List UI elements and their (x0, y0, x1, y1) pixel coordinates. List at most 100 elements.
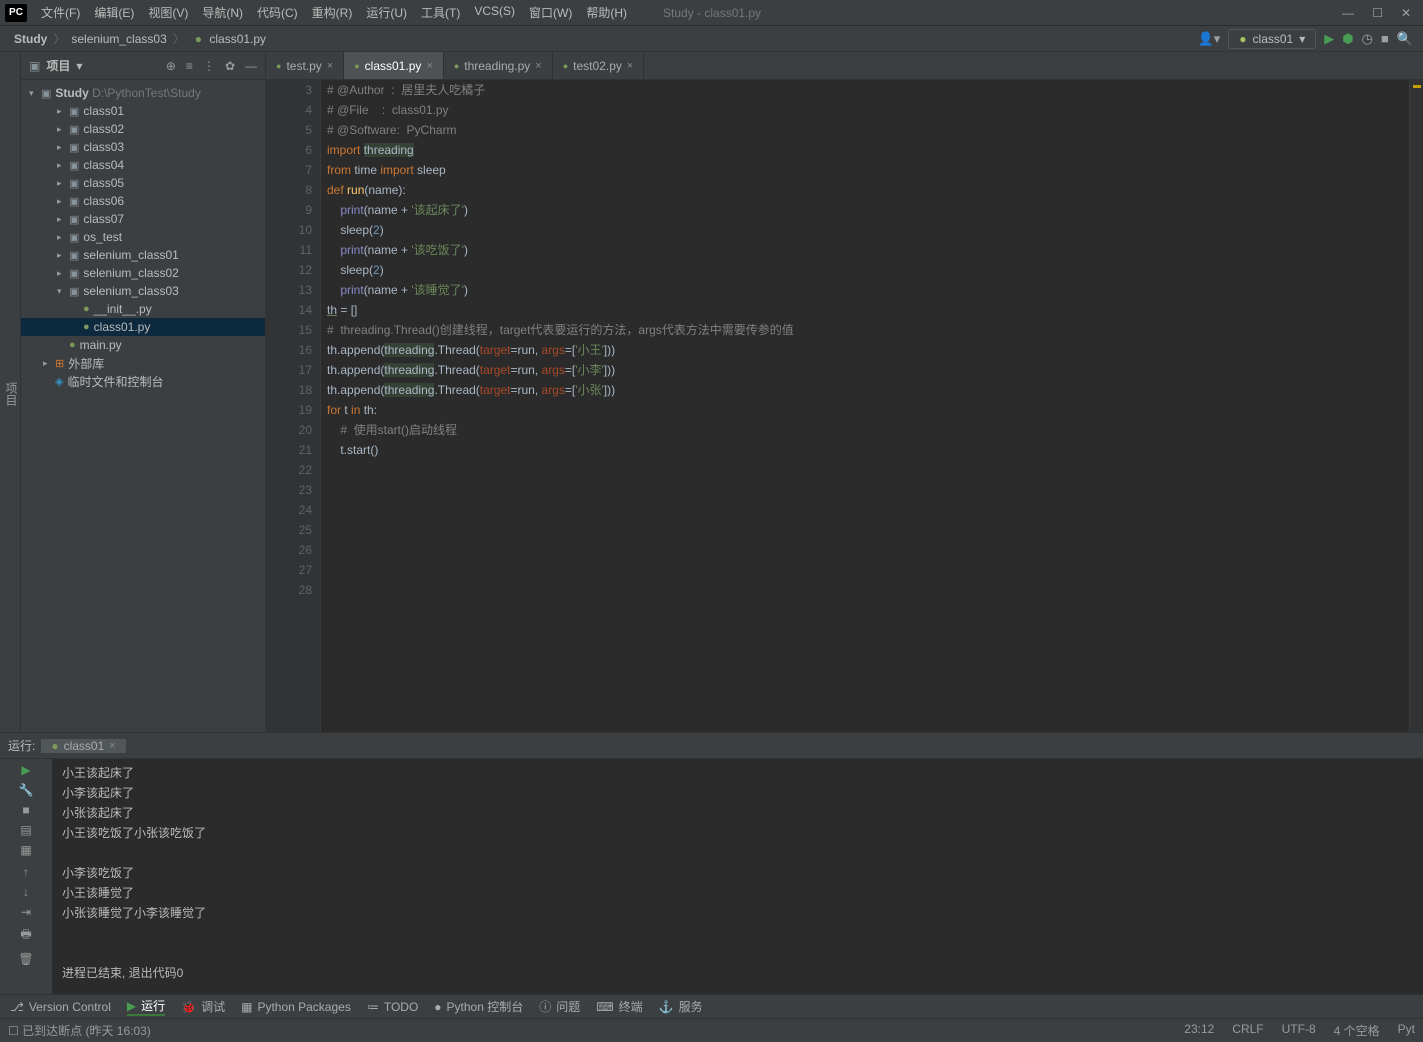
chevron-icon[interactable]: ▸ (57, 106, 69, 117)
code-area[interactable]: # @Author : 居里夫人吃橘子# @File : class01.py#… (321, 80, 1409, 732)
menu-item[interactable]: 代码(C) (251, 4, 304, 21)
tool-window-button[interactable]: ●Python 控制台 (434, 998, 523, 1015)
close-icon[interactable]: × (627, 60, 633, 72)
chevron-icon[interactable]: ▸ (43, 358, 55, 369)
stop-button[interactable]: ■ (1381, 31, 1389, 46)
debug-button[interactable]: ⬢ (1342, 31, 1353, 47)
close-icon[interactable]: × (109, 740, 115, 752)
tree-item[interactable]: ▸▣class05 (21, 174, 265, 192)
hide-icon[interactable]: — (245, 59, 257, 73)
breadcrumb-separator-icon: 〉 (51, 30, 67, 47)
tree-item[interactable]: ▸⊞外部库 (21, 354, 265, 372)
tree-item[interactable]: ▸▣os_test (21, 228, 265, 246)
run-with-coverage-button[interactable]: ◷ (1362, 31, 1373, 47)
close-icon[interactable]: × (327, 60, 333, 72)
tree-item[interactable]: ▸▣class01 (21, 102, 265, 120)
menu-item[interactable]: 文件(F) (35, 4, 86, 21)
run-button[interactable]: ▶ (1324, 31, 1334, 47)
maximize-icon[interactable]: ☐ (1372, 6, 1383, 20)
close-icon[interactable]: × (535, 60, 541, 72)
chevron-down-icon[interactable]: ▾ (29, 88, 41, 99)
encoding[interactable]: UTF-8 (1282, 1022, 1316, 1039)
editor-tab[interactable]: ●threading.py× (444, 52, 553, 79)
menu-item[interactable]: 窗口(W) (523, 4, 578, 21)
tree-item[interactable]: ◈临时文件和控制台 (21, 372, 265, 390)
tree-item[interactable]: ▸▣selenium_class01 (21, 246, 265, 264)
clear-icon[interactable]: 🗑 (18, 952, 33, 966)
tool-window-button[interactable]: ▶运行 (127, 997, 165, 1016)
tool-window-button[interactable]: ⎇Version Control (10, 1000, 111, 1014)
search-icon[interactable]: 🔍 (1397, 31, 1413, 47)
menu-item[interactable]: 帮助(H) (580, 4, 633, 21)
tool-window-button[interactable]: 🐞调试 (181, 998, 225, 1015)
tree-item[interactable]: ▸▣class04 (21, 156, 265, 174)
breadcrumb-item[interactable]: selenium_class03 (67, 32, 170, 46)
indent-info[interactable]: 4 个空格 (1334, 1022, 1380, 1039)
settings-icon[interactable]: ✿ (225, 59, 235, 73)
editor-tab[interactable]: ●test02.py× (553, 52, 645, 79)
chevron-icon[interactable]: ▸ (57, 196, 69, 207)
user-icon[interactable]: 👤▾ (1198, 31, 1221, 47)
tree-item-label: selenium_class02 (83, 266, 178, 280)
chevron-icon[interactable]: ▸ (57, 178, 69, 189)
editor-tab[interactable]: ●test.py× (266, 52, 344, 79)
tool-window-button[interactable]: ⌨终端 (596, 998, 642, 1015)
up-icon[interactable]: ↑ (23, 865, 29, 879)
soft-wrap-icon[interactable]: ⇥ (21, 905, 31, 919)
tree-item[interactable]: ●class01.py (21, 318, 265, 336)
menu-item[interactable]: 编辑(E) (88, 4, 140, 21)
menu-item[interactable]: 视图(V) (142, 4, 194, 21)
tool-window-button[interactable]: ⓘ问题 (539, 998, 580, 1015)
editor-tab[interactable]: ●class01.py× (344, 52, 444, 79)
project-tool-button[interactable]: 项目 (3, 382, 20, 406)
console-output[interactable]: 小王该起床了 小李该起床了 小张该起床了 小王该吃饭了小张该吃饭了 小李该吃饭了… (52, 759, 1423, 994)
menu-item[interactable]: 导航(N) (196, 4, 249, 21)
tool-window-button[interactable]: ⚓服务 (659, 998, 703, 1015)
line-separator[interactable]: CRLF (1232, 1022, 1263, 1039)
tree-item[interactable]: ▸▣class07 (21, 210, 265, 228)
warning-marker-icon[interactable] (1413, 85, 1421, 88)
chevron-icon[interactable]: ▾ (57, 286, 69, 297)
run-tab[interactable]: ● class01 × (41, 739, 125, 753)
tree-root[interactable]: ▾ ▣ Study D:\PythonTest\Study (21, 84, 265, 102)
down-icon[interactable]: ↓ (23, 885, 29, 899)
chevron-icon[interactable]: ▸ (57, 142, 69, 153)
caret-position[interactable]: 23:12 (1184, 1022, 1214, 1039)
tool-window-button[interactable]: ≔TODO (367, 1000, 418, 1014)
breadcrumb-item[interactable]: Study (10, 32, 51, 46)
chevron-icon[interactable]: ▸ (57, 232, 69, 243)
wrench-icon[interactable]: 🔧 (19, 783, 34, 797)
layout-icon[interactable]: ▤ (20, 823, 31, 837)
run-config-selector[interactable]: ● class01 ▾ (1228, 29, 1316, 49)
chevron-icon[interactable]: ▸ (57, 250, 69, 261)
pin-icon[interactable]: ▦ (20, 843, 31, 857)
chevron-icon[interactable]: ▸ (57, 214, 69, 225)
menu-item[interactable]: VCS(S) (468, 4, 521, 21)
close-icon[interactable]: × (426, 60, 432, 72)
tree-item[interactable]: ▸▣class06 (21, 192, 265, 210)
close-icon[interactable]: ✕ (1401, 6, 1411, 20)
tree-item[interactable]: ▾▣selenium_class03 (21, 282, 265, 300)
chevron-icon[interactable]: ▸ (57, 268, 69, 279)
chevron-icon[interactable]: ▸ (57, 160, 69, 171)
stop-button[interactable]: ■ (22, 803, 29, 817)
chevron-down-icon[interactable]: ▾ (76, 59, 82, 73)
rerun-button[interactable]: ▶ (21, 763, 30, 777)
select-opened-file-icon[interactable]: ⊕ (166, 59, 176, 73)
breadcrumb-item[interactable]: ● class01.py (187, 32, 270, 46)
tree-item[interactable]: ▸▣selenium_class02 (21, 264, 265, 282)
tree-item[interactable]: ●__init__.py (21, 300, 265, 318)
tree-item[interactable]: ▸▣class02 (21, 120, 265, 138)
menu-item[interactable]: 运行(U) (360, 4, 413, 21)
expand-all-icon[interactable]: ≡ (186, 59, 193, 73)
tree-item[interactable]: ▸▣class03 (21, 138, 265, 156)
interpreter-info[interactable]: Pyt (1398, 1022, 1415, 1039)
chevron-icon[interactable]: ▸ (57, 124, 69, 135)
menu-item[interactable]: 重构(R) (306, 4, 359, 21)
tree-item[interactable]: ●main.py (21, 336, 265, 354)
print-icon[interactable]: 🖶 (20, 925, 31, 946)
tool-window-button[interactable]: ▦Python Packages (241, 1000, 351, 1014)
minimize-icon[interactable]: — (1342, 6, 1354, 20)
menu-item[interactable]: 工具(T) (415, 4, 466, 21)
collapse-all-icon[interactable]: ⋮ (203, 59, 215, 73)
